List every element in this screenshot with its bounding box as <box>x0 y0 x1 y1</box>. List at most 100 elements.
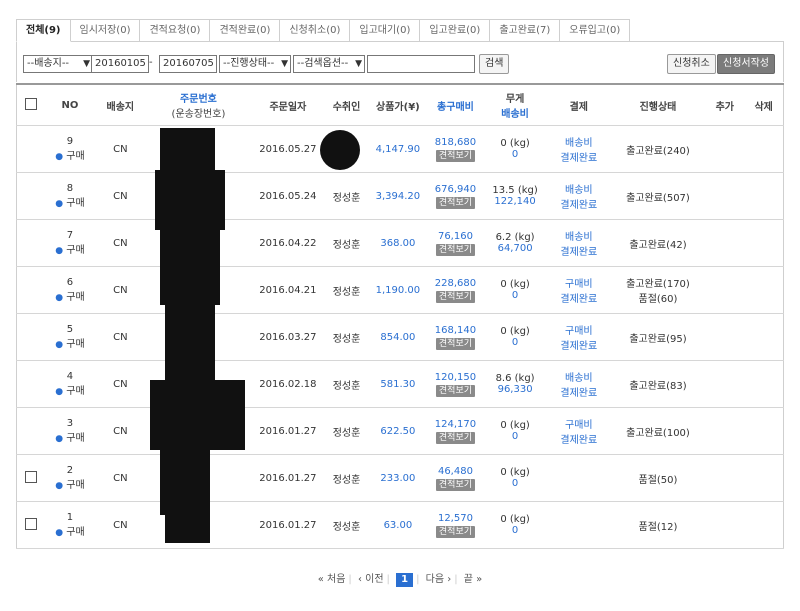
quote-button[interactable]: 견적보기 <box>435 243 476 256</box>
table-row[interactable]: 6 ● 구매 CN 2016.04.21 정성훈 1,190.00 228,680 견적보기 0… <box>16 266 784 314</box>
redaction-mark <box>165 300 215 390</box>
row-weight-cell: 13.5 (kg) 122,140 <box>483 172 547 220</box>
date-to-input[interactable]: 20160705 <box>159 55 217 73</box>
row-total: 46,480 <box>437 465 473 477</box>
tab-2[interactable]: 견적요청(0) <box>139 19 211 41</box>
row-payment-status: 결제완료 <box>560 388 598 399</box>
status-select[interactable]: --진행상태-- ▼ <box>219 55 291 73</box>
pager-first[interactable]: « 처음 <box>318 574 346 585</box>
table-row[interactable]: 9 ● 구매 CN 2016.05.27 4,147.90 818,680 견적보기 0 (k… <box>16 125 784 173</box>
quote-button[interactable]: 견적보기 <box>435 384 476 397</box>
shipping-select[interactable]: --배송지-- ▼ <box>23 55 93 73</box>
write-request-button[interactable]: 신청서작성 <box>717 54 775 74</box>
row-date: 2016.05.24 <box>250 172 325 220</box>
table-row[interactable]: 2 ● 구매 CN 2016.01.27 정성훈 233.00 46,480 견적보기 0 (k… <box>16 454 784 502</box>
shipping-select-value: --배송지-- <box>27 58 70 69</box>
pager-current[interactable]: 1 <box>396 573 414 587</box>
row-payment-status: 결제완료 <box>560 200 598 211</box>
row-payment-cell: 배송비 결제완료 <box>546 219 611 267</box>
dot-icon: ● <box>55 434 64 444</box>
row-delete <box>744 172 784 220</box>
tab-4[interactable]: 신청취소(0) <box>279 19 351 41</box>
tab-3[interactable]: 견적완료(0) <box>209 19 281 41</box>
pager-prev[interactable]: ‹ 이전 <box>358 574 384 585</box>
row-recipient: 정성훈 <box>324 407 369 455</box>
col-add: 추가 <box>705 83 745 126</box>
row-payment-type: 배송비 <box>565 373 593 384</box>
quote-button[interactable]: 견적보기 <box>435 337 476 350</box>
search-option-select[interactable]: --검색옵션-- ▼ <box>293 55 365 73</box>
table-row[interactable]: 3 ● 구매 CN 2016.01.27 정성훈 622.50 124,170 견적보기 0 (… <box>16 407 784 455</box>
row-payment-cell: 배송비 결제완료 <box>546 172 611 220</box>
tab-5[interactable]: 입고대기(0) <box>349 19 421 41</box>
tab-7[interactable]: 출고완료(7) <box>489 19 561 41</box>
row-no-cell: 4 ● 구매 <box>45 360 95 408</box>
row-buy-label: 구매 <box>66 480 85 491</box>
search-input[interactable] <box>367 55 475 73</box>
col-price: 상품가(¥) <box>368 83 428 126</box>
cancel-request-button[interactable]: 신청취소 <box>667 54 716 74</box>
tab-0[interactable]: 전체(9) <box>16 19 71 42</box>
row-payment-type: 구매비 <box>565 279 593 290</box>
row-ship: CN <box>94 407 147 455</box>
row-no-cell: 7 ● 구매 <box>45 219 95 267</box>
row-no: 4 <box>66 371 74 382</box>
table-row[interactable]: 5 ● 구매 CN 2016.03.27 정성훈 854.00 168,140 견적보기 0 (… <box>16 313 784 361</box>
row-date: 2016.02.18 <box>250 360 325 408</box>
row-total: 818,680 <box>434 136 477 148</box>
row-weight-cell: 8.6 (kg) 96,330 <box>483 360 547 408</box>
col-weight-sub: 배송비 <box>501 109 529 120</box>
quote-button[interactable]: 견적보기 <box>435 478 476 491</box>
row-total: 12,570 <box>437 512 473 524</box>
row-date: 2016.01.27 <box>250 454 325 502</box>
quote-button[interactable]: 견적보기 <box>435 149 476 162</box>
table-row[interactable]: 7 ● 구매 CN 2016.04.22 정성훈 368.00 76,160 견적보기 6.2 … <box>16 219 784 267</box>
quote-button[interactable]: 견적보기 <box>435 196 476 209</box>
row-payment-type: 구매비 <box>565 420 593 431</box>
search-button[interactable]: 검색 <box>479 54 510 74</box>
row-buy-label: 구매 <box>66 292 85 303</box>
dot-icon: ● <box>55 340 64 350</box>
row-fee: 0 <box>511 337 519 348</box>
status-select-value: --진행상태-- <box>223 58 275 69</box>
tab-1[interactable]: 임시저장(0) <box>69 19 141 41</box>
row-fee: 0 <box>511 431 519 442</box>
row-checkbox[interactable] <box>25 470 38 483</box>
row-weight: 0 (kg) <box>500 514 530 525</box>
row-price: 368.00 <box>368 219 428 267</box>
row-no-cell: 8 ● 구매 <box>45 172 95 220</box>
date-from-input[interactable]: 20160105 <box>91 55 149 73</box>
row-no-cell: 6 ● 구매 <box>45 266 95 314</box>
row-total: 676,940 <box>434 183 477 195</box>
tab-6[interactable]: 입고완료(0) <box>419 19 491 41</box>
row-price: 3,394.20 <box>368 172 428 220</box>
row-select-cell <box>16 219 46 267</box>
row-status: 출고완료(170) <box>626 279 690 290</box>
quote-button[interactable]: 견적보기 <box>435 525 476 538</box>
row-total: 76,160 <box>437 230 473 242</box>
select-all-checkbox[interactable] <box>25 97 38 110</box>
redaction-mark <box>155 170 225 230</box>
col-payment: 결제 <box>546 83 611 126</box>
tab-8[interactable]: 오류입고(0) <box>559 19 631 41</box>
col-delete: 삭제 <box>744 83 784 126</box>
quote-button[interactable]: 견적보기 <box>435 431 476 444</box>
table-row[interactable]: 1 ● 구매 CN 2016.01.27 정성훈 63.00 12,570 견적보기 0 (kg… <box>16 501 784 549</box>
row-no: 2 <box>66 465 74 476</box>
dot-icon: ● <box>55 199 64 209</box>
row-checkbox[interactable] <box>25 517 38 530</box>
row-total-cell: 676,940 견적보기 <box>427 172 484 220</box>
row-payment-cell <box>546 454 611 502</box>
row-date: 2016.04.22 <box>250 219 325 267</box>
table-row[interactable]: 8 ● 구매 CN 2016.05.24 정성훈 3,394.20 676,940 견적보기 1… <box>16 172 784 220</box>
row-ship: CN <box>94 266 147 314</box>
table-row[interactable]: 4 ● 구매 CN 2016.02.18 정성훈 581.30 120,150 견적보기 8.6… <box>16 360 784 408</box>
quote-button[interactable]: 견적보기 <box>435 290 476 303</box>
pager-last[interactable]: 끝 » <box>464 574 483 585</box>
pager-next[interactable]: 다음 › <box>426 574 452 585</box>
row-payment-type: 배송비 <box>565 232 593 243</box>
select-all-cell <box>16 83 46 126</box>
row-fee: 0 <box>511 149 519 160</box>
row-total-cell: 120,150 견적보기 <box>427 360 484 408</box>
col-total: 총구매비 <box>427 83 484 126</box>
